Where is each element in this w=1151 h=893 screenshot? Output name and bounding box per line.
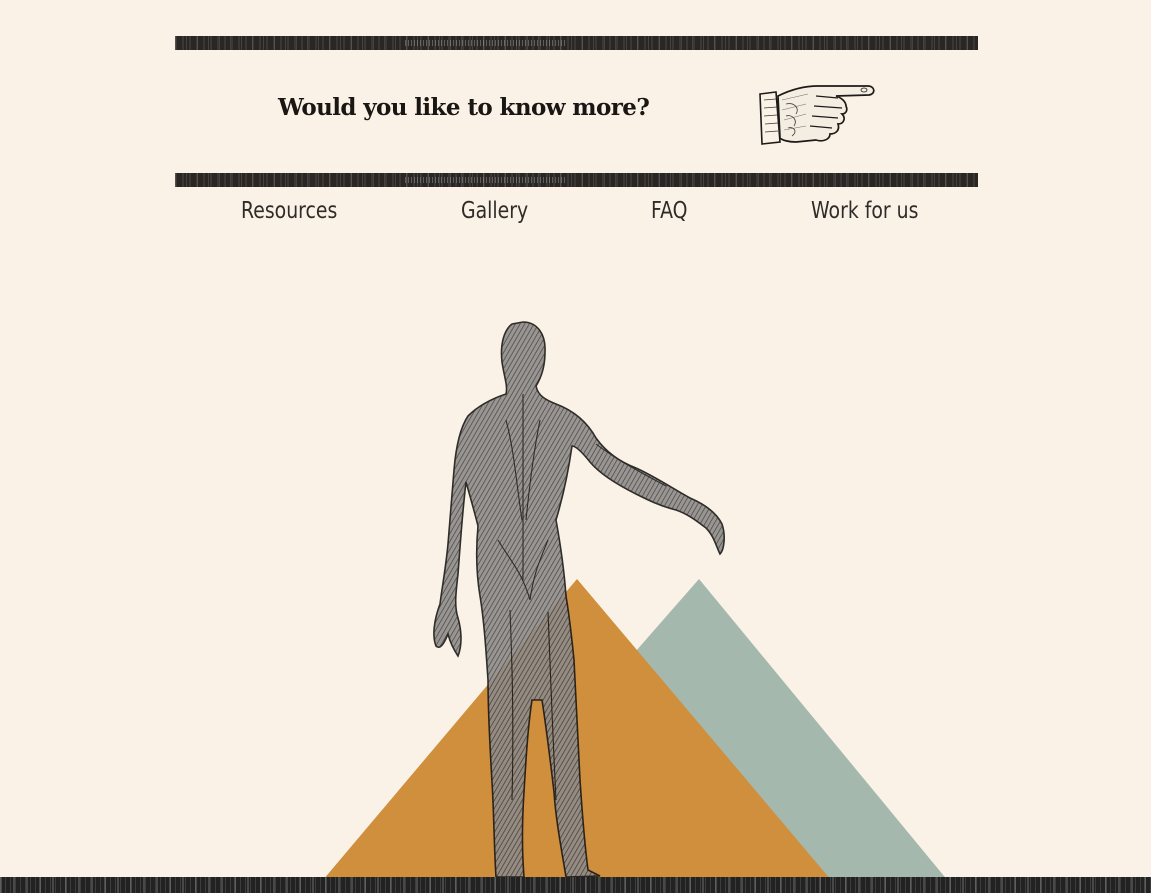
bottom-band — [0, 877, 1151, 893]
page: Would you like to know more? Resources G… — [0, 0, 1151, 893]
hero-illustration — [312, 321, 958, 893]
